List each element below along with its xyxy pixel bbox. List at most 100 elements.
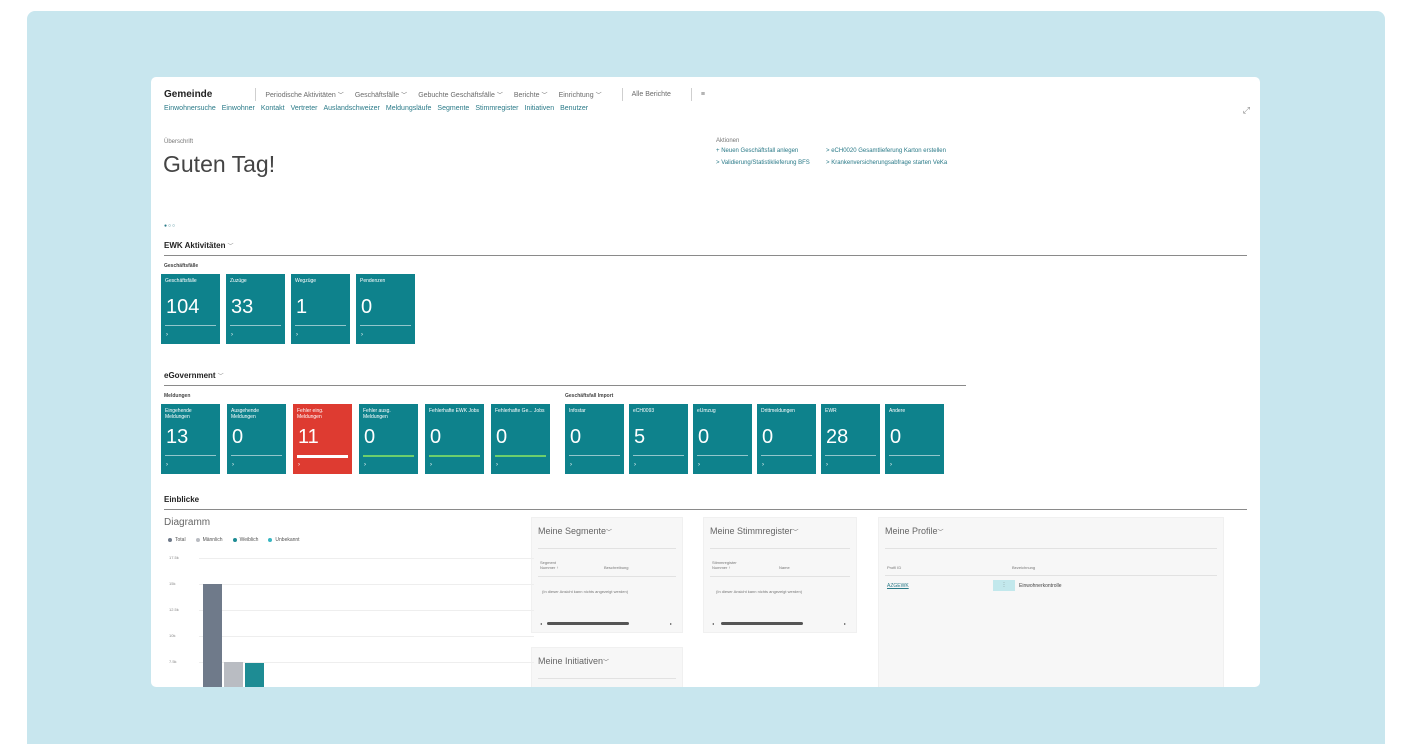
- card-title[interactable]: Meine Initiativen﹀: [538, 656, 609, 666]
- subnav-vertreter[interactable]: Vertreter: [291, 105, 318, 112]
- tile-value: 11: [298, 426, 319, 448]
- gridline: [199, 636, 534, 637]
- chevron-right-icon: ›: [634, 462, 636, 468]
- chart-bar-weiblich[interactable]: [245, 663, 264, 687]
- card-divider: [710, 548, 850, 549]
- column-header-beschreibung[interactable]: Beschreibung: [604, 565, 628, 570]
- legend-item-unbekannt[interactable]: Unbekannt: [268, 537, 300, 543]
- chart-bar-männlich[interactable]: [224, 662, 243, 687]
- tile-fehler-ausg-meldungen[interactable]: Fehler ausg. Meldungen 0 ›: [359, 404, 418, 474]
- tile-infostar[interactable]: Infostar 0 ›: [565, 404, 624, 474]
- chevron-right-icon: ›: [826, 462, 828, 468]
- subnav-einwohner[interactable]: Einwohner: [222, 105, 255, 112]
- tile-zuzuege[interactable]: Zuzüge 33 ›: [226, 274, 285, 344]
- column-header-segment-nummer[interactable]: Segment Nummer ↑: [540, 560, 570, 570]
- tile-label: Fehler eing. Meldungen: [297, 408, 324, 420]
- subnav-stimmregister[interactable]: Stimmregister: [475, 105, 518, 112]
- row-actions-button[interactable]: ⋮: [993, 580, 1015, 591]
- tile-label: Fehlerhafte Ge... Jobs: [495, 408, 545, 414]
- section-ewk-title[interactable]: EWK Aktivitäten ﹀: [164, 241, 234, 250]
- y-axis-tick-label: 17.5k: [169, 555, 179, 560]
- subnav-benutzer[interactable]: Benutzer: [560, 105, 588, 112]
- legend-item-weiblich[interactable]: Weiblich: [232, 537, 258, 543]
- y-axis-tick-label: 7.5k: [169, 659, 177, 664]
- tile-value: 0: [496, 426, 508, 448]
- tile-value: 0: [364, 426, 376, 448]
- profile-id-link[interactable]: AZGEWK: [887, 583, 909, 589]
- subnav-einwohnersuche[interactable]: Einwohnersuche: [164, 105, 216, 112]
- card-meine-segmente: Meine Segmente﹀ Segment Nummer ↑ Beschre…: [531, 517, 683, 633]
- card-title-label: Meine Initiativen: [538, 656, 604, 666]
- tile-drittmeldungen[interactable]: Drittmeldungen 0 ›: [757, 404, 816, 474]
- tile-eumzug[interactable]: eUmzug 0 ›: [693, 404, 752, 474]
- tile-divider: [495, 455, 546, 457]
- column-header-bezeichnung[interactable]: Bezeichnung: [1012, 565, 1035, 570]
- action-validation-bfs[interactable]: > Validierung/Statistiklieferung BFS: [716, 160, 826, 166]
- tile-label: Eingehende Meldungen: [165, 408, 192, 420]
- tile-fehlerhafte-ge-jobs[interactable]: Fehlerhafte Ge... Jobs 0 ›: [491, 404, 550, 474]
- subnav-auslandschweizer[interactable]: Auslandschweizer: [323, 105, 379, 112]
- horizontal-scrollbar[interactable]: [547, 622, 629, 625]
- empty-state-text: (In dieser Ansicht kann nichts angezeigt…: [716, 589, 803, 594]
- tile-eingehende-meldungen[interactable]: Eingehende Meldungen 13 ›: [161, 404, 220, 474]
- menu-label: Geschäftsfälle: [354, 91, 400, 99]
- menu-geschaeftsfaelle[interactable]: Geschäftsfälle ﹀: [355, 90, 407, 99]
- scroll-right-icon[interactable]: ▸: [844, 621, 846, 626]
- page-title: Guten Tag!: [163, 151, 276, 177]
- y-axis-tick-label: 10k: [169, 633, 176, 638]
- section-egovernment-title[interactable]: eGovernment ﹀: [164, 371, 224, 380]
- actions-panel: Aktionen + Neuen Geschäftsfall anlegen >…: [716, 138, 1026, 166]
- card-title[interactable]: Meine Stimmregister﹀: [710, 526, 799, 536]
- legend-item-maennlich[interactable]: Männlich: [195, 537, 223, 543]
- menu-einrichtung[interactable]: Einrichtung ﹀: [559, 90, 602, 99]
- action-ech0020-export[interactable]: > eCH0020 Gesamtlieferung Karton erstell…: [826, 148, 1026, 154]
- tile-fehler-eing-meldungen[interactable]: Fehler eing. Meldungen 11 ›: [293, 404, 352, 474]
- tile-divider: [569, 455, 620, 456]
- tile-value: 0: [570, 426, 582, 448]
- card-title[interactable]: Meine Profile﹀: [885, 526, 944, 536]
- expand-icon[interactable]: ⤢: [1243, 105, 1250, 116]
- tile-pendenzen[interactable]: Pendenzen 0 ›: [356, 274, 415, 344]
- menu-gebuchte-geschaeftsfaelle[interactable]: Gebuchte Geschäftsfälle ﹀: [418, 90, 503, 99]
- section-divider: [164, 255, 1247, 256]
- subnav-segmente[interactable]: Segmente: [437, 105, 469, 112]
- hamburger-menu-icon[interactable]: ≡: [701, 91, 705, 98]
- tile-ewr[interactable]: EWR 28 ›: [821, 404, 880, 474]
- tile-wegzuege[interactable]: Wegzüge 1 ›: [291, 274, 350, 344]
- tile-geschaeftsfaelle[interactable]: Geschäftsfälle 104 ›: [161, 274, 220, 344]
- carousel-dots[interactable]: ●○○: [164, 223, 176, 229]
- chevron-right-icon: ›: [232, 462, 234, 468]
- plus-icon: +: [716, 148, 720, 154]
- subnav-initiativen[interactable]: Initiativen: [525, 105, 555, 112]
- tile-label: Wegzüge: [295, 278, 317, 284]
- legend-item-total[interactable]: Total: [168, 537, 186, 543]
- card-title[interactable]: Meine Segmente﹀: [538, 526, 612, 536]
- scroll-left-icon[interactable]: ◂: [712, 621, 714, 626]
- card-meine-profile: Meine Profile﹀ Profil ID Bezeichnung AZG…: [878, 517, 1224, 687]
- action-veka-query[interactable]: > Krankenversicherungsabfrage starten Ve…: [826, 160, 1026, 166]
- tile-ausgehende-meldungen[interactable]: Ausgehende Meldungen 0 ›: [227, 404, 286, 474]
- tile-value: 13: [166, 426, 189, 448]
- scroll-right-icon[interactable]: ▸: [670, 621, 672, 626]
- chevron-right-icon: ›: [364, 462, 366, 468]
- tile-fehlerhafte-ewk-jobs[interactable]: Fehlerhafte EWK Jobs 0 ›: [425, 404, 484, 474]
- tile-label: Zuzüge: [230, 278, 247, 284]
- tile-ech0093[interactable]: eCH0093 5 ›: [629, 404, 688, 474]
- menu-alle-berichte[interactable]: Alle Berichte: [632, 91, 671, 98]
- column-header-stimmregister-nummer[interactable]: Stimmregister Nummer ↑: [712, 560, 742, 570]
- menu-berichte[interactable]: Berichte ﹀: [514, 90, 548, 99]
- nav-separator: [690, 87, 692, 101]
- tile-value: 0: [361, 296, 373, 318]
- column-header-profil-id[interactable]: Profil ID: [887, 565, 901, 570]
- scroll-left-icon[interactable]: ◂: [540, 621, 542, 626]
- chevron-down-icon: ﹀: [606, 530, 613, 536]
- column-header-name[interactable]: Name: [779, 565, 790, 570]
- subnav-meldungslaeufe[interactable]: Meldungsläufe: [386, 105, 432, 112]
- action-new-business-case[interactable]: + Neuen Geschäftsfall anlegen: [716, 148, 826, 154]
- chart-bar-total[interactable]: [203, 584, 222, 687]
- menu-periodische-aktivitaeten[interactable]: Periodische Aktivitäten ﹀: [265, 90, 343, 99]
- tile-value: 0: [698, 426, 710, 448]
- horizontal-scrollbar[interactable]: [721, 622, 803, 625]
- tile-andere[interactable]: Andere 0 ›: [885, 404, 944, 474]
- subnav-kontakt[interactable]: Kontakt: [261, 105, 285, 112]
